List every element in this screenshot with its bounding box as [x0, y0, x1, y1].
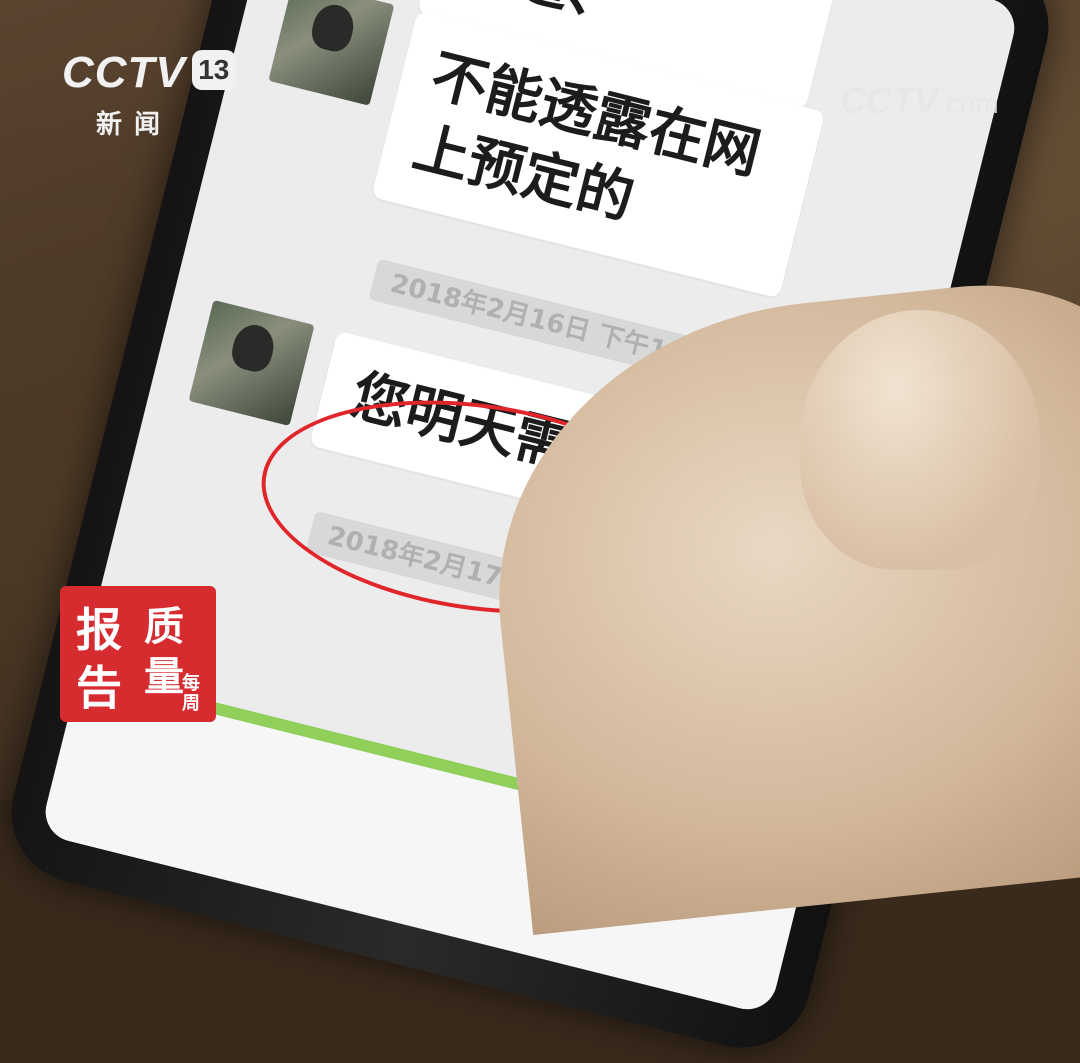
channel-logo: CCTV 13 新闻 [62, 48, 236, 141]
avatar [188, 299, 315, 426]
seal-char: 量 [144, 654, 184, 700]
avatar [268, 0, 395, 106]
seal-char: 报 [76, 603, 122, 657]
watermark-suffix: .com [938, 88, 999, 119]
seal-char: 告 [76, 661, 122, 715]
channel-subtitle: 新闻 [96, 110, 173, 140]
thumb [800, 310, 1040, 570]
channel-number: 13 [191, 50, 236, 90]
cctv-wordmark: CCTV [62, 48, 186, 97]
watermark-text: CCTV [840, 80, 938, 121]
seal-char: 每周 [182, 673, 200, 714]
cctv-watermark: CCTV.com [840, 80, 999, 122]
program-seal: 报 质 告 量 每周 [60, 586, 216, 722]
